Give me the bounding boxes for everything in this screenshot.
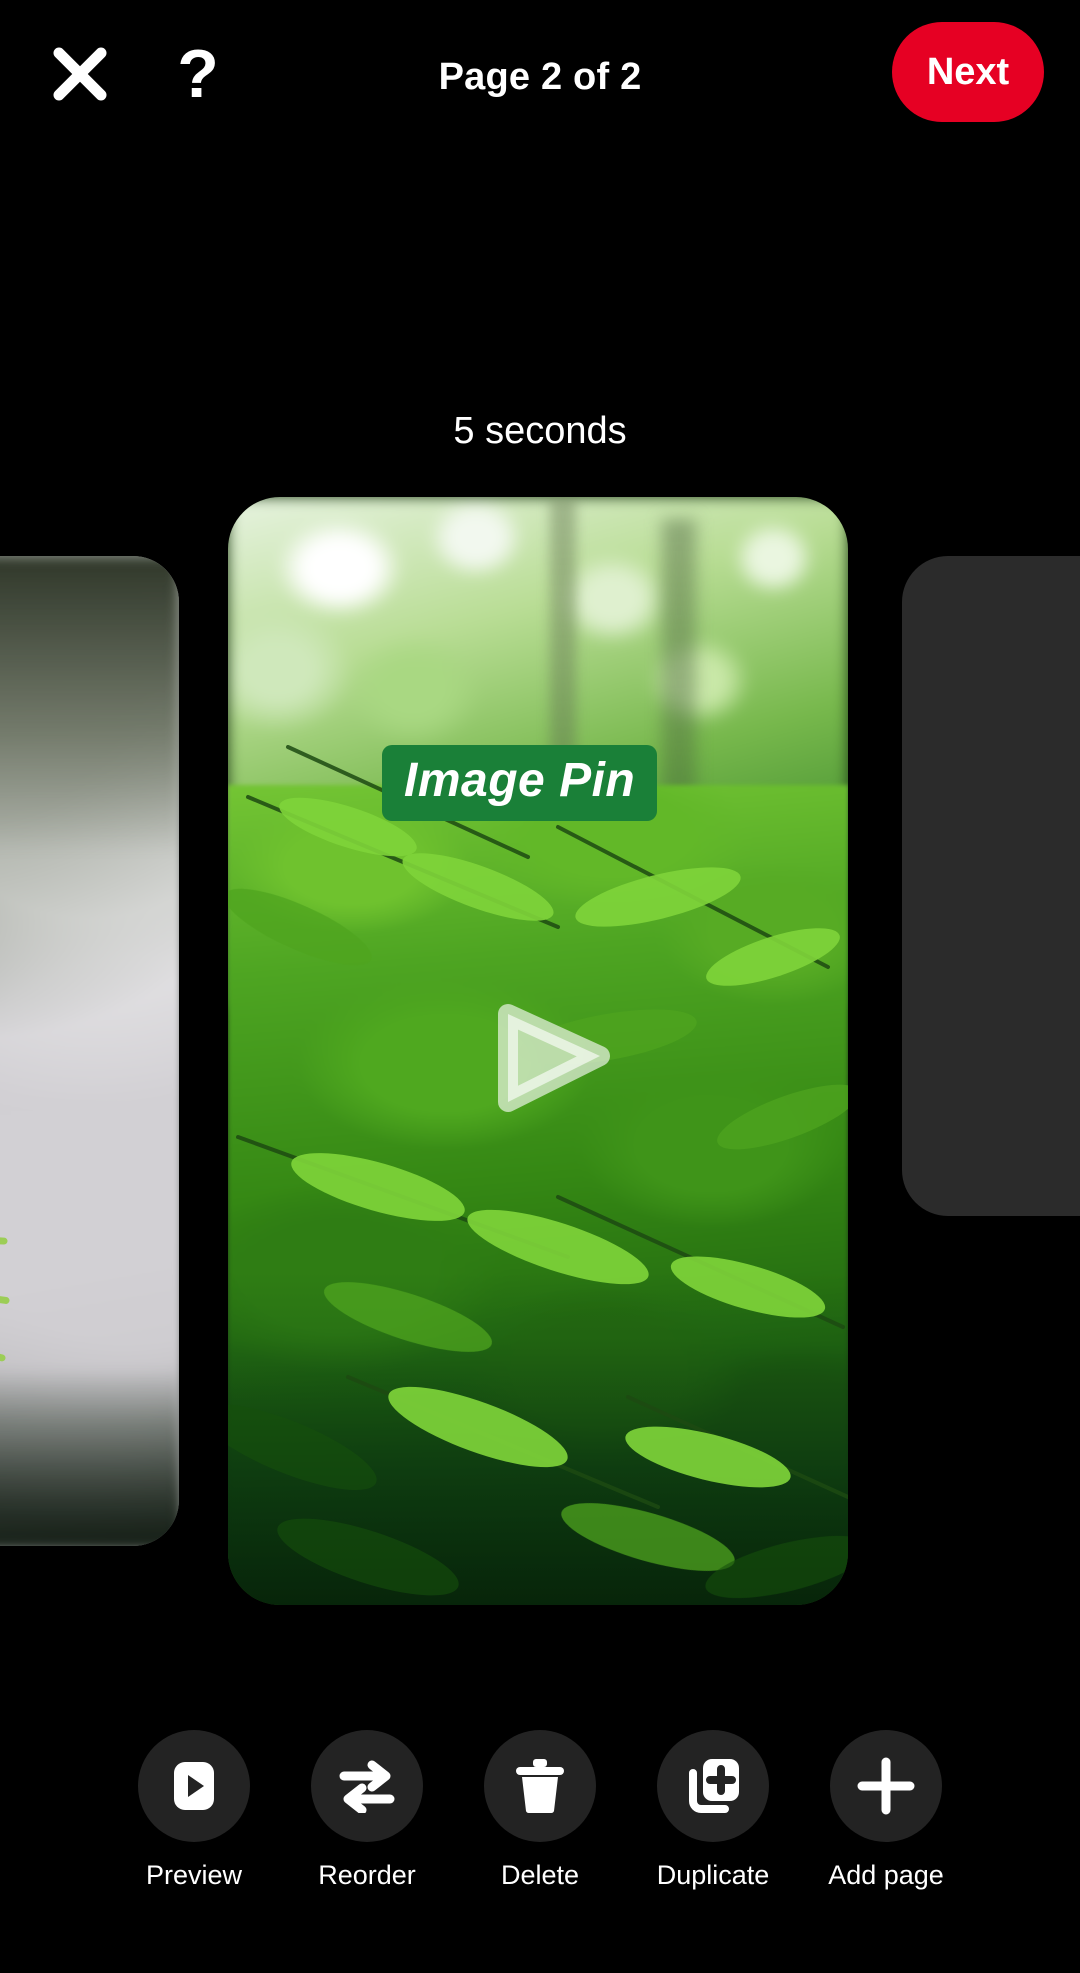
plus-icon [857,1757,915,1815]
text-sticker-label: Image Pin [404,754,636,807]
add-page-button-label: Add page [828,1860,944,1890]
page-carousel[interactable]: Image Pin [0,0,1080,1973]
carousel-page-previous[interactable] [0,556,179,1546]
preview-button-circle [138,1730,250,1842]
play-icon [498,1004,610,1112]
add-page-button-circle [830,1730,942,1842]
previous-page-thumbnail [0,556,179,1546]
text-sticker[interactable]: Image Pin [382,745,658,821]
trash-icon [516,1759,564,1814]
duplicate-button-label: Duplicate [656,1860,770,1890]
carousel-page-next[interactable] [902,556,1080,1216]
delete-button[interactable]: Delete [474,1730,607,1891]
story-pin-page-editor: ? Page 2 of 2 Next 5 seconds Image Pin P… [0,0,1080,1973]
reorder-button-circle [311,1730,423,1842]
play-preview-icon [174,1762,214,1810]
reorder-button-label: Reorder [318,1860,416,1890]
video-play-overlay[interactable] [492,1000,612,1116]
fern-decoration-icon [0,1237,10,1362]
duplicate-button-circle [657,1730,769,1842]
preview-button-label: Preview [145,1860,243,1890]
reorder-button[interactable]: Reorder [301,1730,434,1891]
delete-button-circle [484,1730,596,1842]
duplicate-page-icon [689,1759,739,1813]
delete-button-label: Delete [500,1860,580,1890]
page-action-toolbar: Preview Reorder Delete Duplicate Add pag… [0,1730,1080,1940]
duplicate-button[interactable]: Duplicate [647,1730,780,1891]
reorder-arrows-icon [339,1760,395,1813]
add-page-button[interactable]: Add page [820,1730,953,1891]
preview-button[interactable]: Preview [128,1730,261,1891]
